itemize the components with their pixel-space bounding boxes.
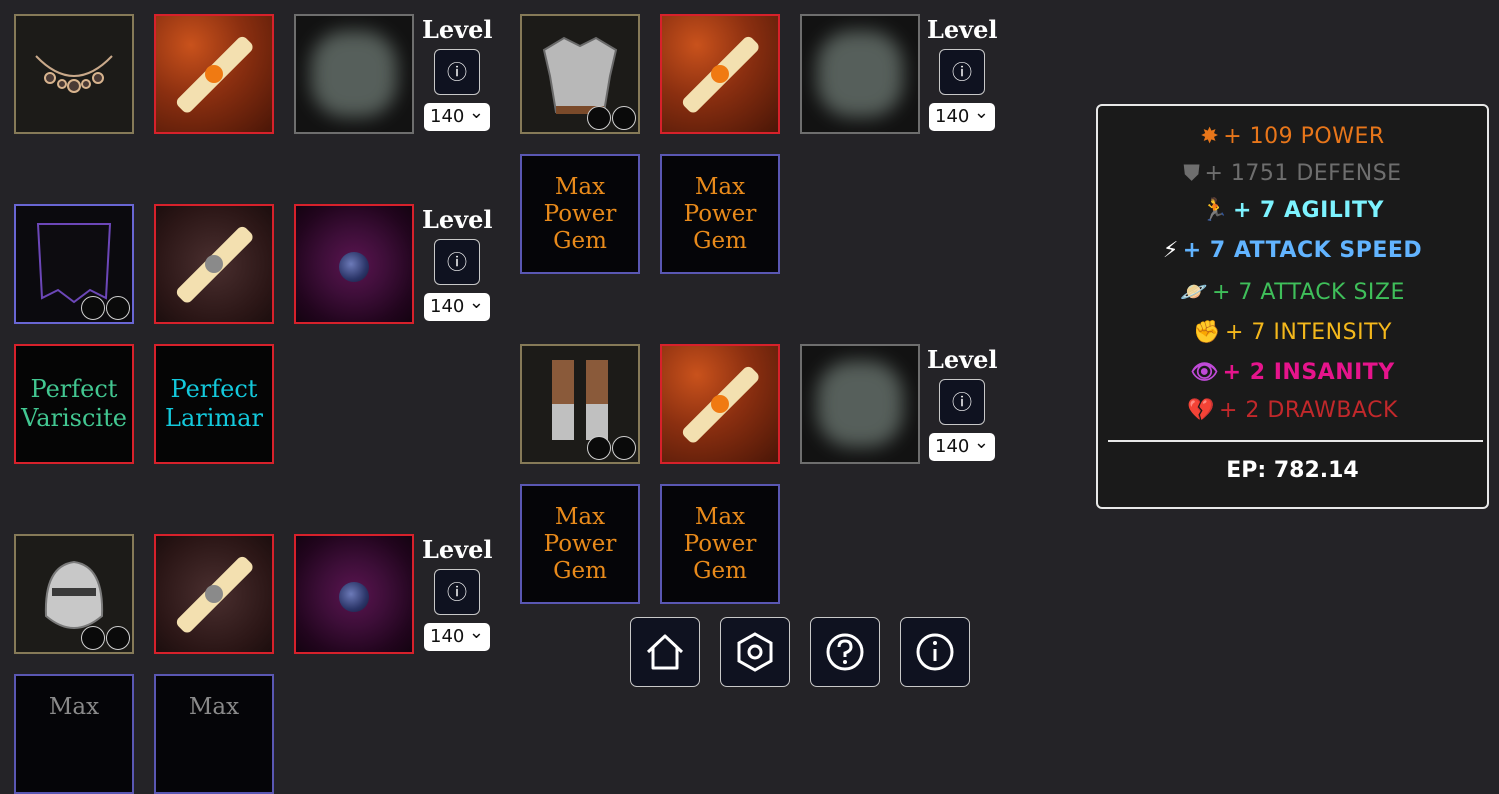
stats-panel: ✸ + 109 POWER ⛊ + 1751 DEFENSE 🏃 + 7 AGILIT… xyxy=(1096,104,1489,509)
info-icon[interactable]: ⓘ xyxy=(434,569,480,615)
gem-slot-max[interactable]: Max xyxy=(154,674,274,794)
orb-enchant-slot[interactable] xyxy=(294,534,414,654)
enchant-scroll-slot[interactable] xyxy=(154,14,274,134)
eye-icon: 👁 xyxy=(1190,360,1219,385)
stat-agility: 🏃 + 7 AGILITY xyxy=(1201,198,1384,223)
level-control: Level ⓘ 140 xyxy=(422,206,492,321)
level-control: Level ⓘ 140 xyxy=(927,346,997,461)
info-icon[interactable]: ⓘ xyxy=(434,239,480,285)
gem-label: Perfect Larimar xyxy=(165,375,263,432)
blurred-enchant-slot[interactable] xyxy=(800,14,920,134)
stat-attack-size: 🪐 + 7 ATTACK SIZE xyxy=(1180,280,1405,305)
level-label: Level xyxy=(422,535,493,564)
info-icon[interactable]: ⓘ xyxy=(939,49,985,95)
gem-label: Max Power Gem xyxy=(683,503,757,584)
gem-label: Max xyxy=(48,694,100,720)
gem-slot-larimar[interactable]: Perfect Larimar xyxy=(154,344,274,464)
level-label: Level xyxy=(422,15,493,44)
info-button[interactable] xyxy=(900,617,970,687)
enchant-scroll-slot[interactable] xyxy=(154,534,274,654)
gem-slot-max-power[interactable]: Max Power Gem xyxy=(520,484,640,604)
enchant-scroll-slot[interactable] xyxy=(660,14,780,134)
level-select[interactable]: 140 xyxy=(929,99,995,131)
orb-enchant-slot[interactable] xyxy=(294,204,414,324)
question-icon xyxy=(826,633,864,671)
gem-label: Perfect Variscite xyxy=(21,375,127,432)
necklace-slot[interactable] xyxy=(14,14,134,134)
broken-heart-icon: 💔 xyxy=(1187,398,1215,423)
info-icon[interactable]: ⓘ xyxy=(434,49,480,95)
stat-attack-speed: ⚡ + 7 ATTACK SPEED xyxy=(1162,238,1423,263)
gem-label: Max Power Gem xyxy=(543,503,617,584)
chest-armor-slot[interactable] xyxy=(520,14,640,134)
blurred-enchant-slot[interactable] xyxy=(800,344,920,464)
gem-label: Max Power Gem xyxy=(543,173,617,254)
home-icon xyxy=(646,634,684,670)
gem-slot-max[interactable]: Max xyxy=(14,674,134,794)
help-button[interactable] xyxy=(810,617,880,687)
divider xyxy=(1108,440,1483,442)
fist-icon: ✊ xyxy=(1193,320,1221,345)
power-icon: ✸ xyxy=(1200,124,1220,149)
info-icon xyxy=(916,633,954,671)
hexagon-settings-icon xyxy=(737,632,773,672)
scroll-icon xyxy=(682,366,759,443)
level-select[interactable]: 140 xyxy=(424,619,490,651)
stat-intensity: ✊ + 7 INTENSITY xyxy=(1193,320,1392,345)
home-button[interactable] xyxy=(630,617,700,687)
level-select[interactable]: 140 xyxy=(929,429,995,461)
level-select[interactable]: 140 xyxy=(424,289,490,321)
level-label: Level xyxy=(927,345,998,374)
level-control: Level ⓘ 140 xyxy=(422,16,492,131)
level-select[interactable]: 140 xyxy=(424,99,490,131)
blurred-enchant-slot[interactable] xyxy=(294,14,414,134)
leg-armor-slot[interactable] xyxy=(520,344,640,464)
running-icon: 🏃 xyxy=(1201,198,1229,223)
helmet-slot[interactable] xyxy=(14,534,134,654)
level-label: Level xyxy=(927,15,998,44)
ep-value: EP: 782.14 xyxy=(1226,458,1359,483)
stat-insanity: 👁 + 2 INSANITY xyxy=(1190,360,1395,385)
enchant-scroll-slot[interactable] xyxy=(154,204,274,324)
info-icon[interactable]: ⓘ xyxy=(939,379,985,425)
level-label: Level xyxy=(422,205,493,234)
enchant-scroll-slot[interactable] xyxy=(660,344,780,464)
settings-button[interactable] xyxy=(720,617,790,687)
level-control: Level ⓘ 140 xyxy=(927,16,997,131)
scroll-icon xyxy=(176,556,253,633)
necklace-icon xyxy=(35,55,113,93)
scroll-icon xyxy=(682,36,759,113)
level-control: Level ⓘ 140 xyxy=(422,536,492,651)
gem-slot-max-power[interactable]: Max Power Gem xyxy=(660,484,780,604)
scroll-icon xyxy=(176,36,253,113)
planet-icon: 🪐 xyxy=(1180,280,1208,305)
stat-defense: ⛊ + 1751 DEFENSE xyxy=(1183,161,1402,186)
stat-power: ✸ + 109 POWER xyxy=(1200,124,1385,149)
shield-icon: ⛊ xyxy=(1183,161,1201,186)
gem-slot-max-power[interactable]: Max Power Gem xyxy=(520,154,640,274)
cape-slot[interactable] xyxy=(14,204,134,324)
gem-slot-max-power[interactable]: Max Power Gem xyxy=(660,154,780,274)
scroll-icon xyxy=(176,226,253,303)
gem-label: Max xyxy=(188,694,240,720)
speed-icon: ⚡ xyxy=(1162,238,1179,263)
gem-label: Max Power Gem xyxy=(683,173,757,254)
gem-slot-variscite[interactable]: Perfect Variscite xyxy=(14,344,134,464)
stat-drawback: 💔 + 2 DRAWBACK xyxy=(1187,398,1398,423)
